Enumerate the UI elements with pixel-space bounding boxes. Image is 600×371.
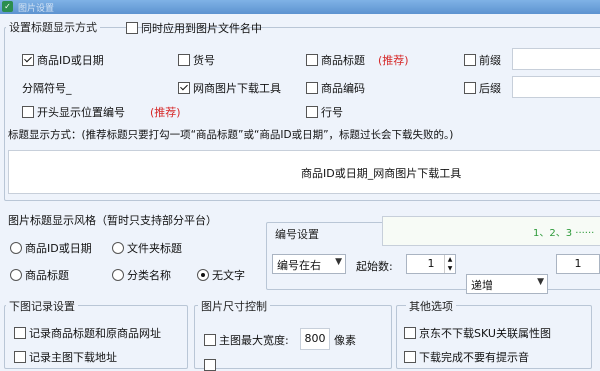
radio-folder-title[interactable]: 文件夹标题 <box>112 240 182 256</box>
checkbox-sku[interactable]: 货号 <box>178 52 215 68</box>
checkbox-label: 货号 <box>193 54 215 67</box>
radio-category-name[interactable]: 分类名称 <box>112 267 171 283</box>
title-preview-text: 商品ID或日期_网商图片下载工具 <box>301 167 462 180</box>
checkbox-box[interactable] <box>404 327 416 339</box>
radio-no-text[interactable]: 无文字 <box>197 267 245 283</box>
checkbox-line-number[interactable]: 行号 <box>306 104 343 120</box>
radio-label: 无文字 <box>212 269 245 282</box>
chevron-down-icon: ▼ <box>537 277 544 287</box>
order-select[interactable]: 递增 ▼ <box>466 274 548 294</box>
checkbox-box[interactable] <box>126 22 138 34</box>
max-width-input[interactable]: 800 <box>300 328 330 350</box>
checkbox-box[interactable] <box>204 334 216 346</box>
checkbox-record-title-url[interactable]: 记录商品标题和原商品网址 <box>14 325 161 341</box>
checkbox-prefix[interactable]: 前缀 <box>464 52 501 68</box>
checkbox-label: 商品标题 <box>321 54 365 67</box>
number-position-select[interactable]: 编号在右 ▼ <box>272 254 346 274</box>
checkbox-label: 商品编码 <box>321 82 365 95</box>
chevron-up-icon[interactable]: ▲ <box>445 255 455 264</box>
radio-label: 文件夹标题 <box>127 242 182 255</box>
checkbox-box[interactable] <box>204 359 216 371</box>
title-settings-legend: 设置标题显示方式 <box>6 19 100 35</box>
checkbox-box[interactable] <box>464 54 476 66</box>
numbering-legend: 编号设置 <box>272 226 322 242</box>
numbering-preview-box: 1、2、3 ······ <box>382 216 600 246</box>
checkbox-tool-name[interactable]: 网商图片下载工具 <box>178 80 281 96</box>
select-value: 递增 <box>471 279 493 292</box>
checkbox-label: 同时应用到图片文件名中 <box>141 22 262 35</box>
checkbox-product-title[interactable]: 商品标题 <box>306 52 365 68</box>
checkbox-label: 记录主图下载地址 <box>29 351 117 364</box>
stepper-buttons[interactable]: ▲ ▼ <box>444 255 455 273</box>
window-title: 图片设置 <box>18 4 55 14</box>
checkbox-max-width[interactable]: 主图最大宽度: <box>204 332 289 348</box>
checkbox-product-code[interactable]: 商品编码 <box>306 80 365 96</box>
radio-circle[interactable] <box>10 242 22 254</box>
select-value: 编号在右 <box>277 259 321 272</box>
checkbox-label: 网商图片下载工具 <box>193 82 281 95</box>
checkbox-label: 后缀 <box>479 82 501 95</box>
checkbox-label: 商品ID或日期 <box>37 54 104 67</box>
stepper-value: 1 <box>574 257 582 270</box>
title-hint: 标题显示方式：(推荐标题只要打勾一项“商品标题”或“商品ID或日期”，标题过长会… <box>8 129 454 141</box>
record-legend: 下图记录设置 <box>6 298 78 314</box>
checkbox-label: 记录商品标题和原商品网址 <box>29 327 161 340</box>
checkbox-product-id[interactable]: 商品ID或日期 <box>22 52 104 68</box>
checkbox-box[interactable] <box>178 54 190 66</box>
checkbox-suffix[interactable]: 后缀 <box>464 80 501 96</box>
checkbox-box[interactable] <box>14 327 26 339</box>
prefix-input[interactable] <box>512 48 600 70</box>
checkbox-box[interactable] <box>306 82 318 94</box>
chevron-down-icon: ▼ <box>335 257 342 267</box>
radio-circle[interactable] <box>112 269 124 281</box>
radio-circle[interactable] <box>10 269 22 281</box>
checkbox-position-number[interactable]: 开头显示位置编号 <box>22 104 125 120</box>
title-bar: ✓ 图片设置 <box>0 0 600 14</box>
checkbox-label: 行号 <box>321 106 343 119</box>
recommend-badge: (推荐) <box>150 106 181 119</box>
unit-label: 像素 <box>334 334 356 347</box>
checkbox-box[interactable] <box>22 54 34 66</box>
radio-circle[interactable] <box>112 242 124 254</box>
radio-product-id[interactable]: 商品ID或日期 <box>10 240 92 256</box>
checkbox-label: 京东不下载SKU关联属性图 <box>419 327 551 340</box>
checkbox-box[interactable] <box>178 82 190 94</box>
apply-to-filename-checkbox[interactable]: 同时应用到图片文件名中 <box>126 20 262 36</box>
checkbox-box[interactable] <box>306 106 318 118</box>
checkbox-label: 主图最大宽度: <box>219 334 289 347</box>
checkbox-no-sound[interactable]: 下载完成不要有提示音 <box>404 349 529 365</box>
checkbox-box[interactable] <box>14 351 26 363</box>
start-number-stepper[interactable]: 1 ▲ ▼ <box>406 254 456 274</box>
start-number-label: 起始数: <box>356 260 393 273</box>
radio-circle[interactable] <box>197 269 209 281</box>
checkbox-label: 前缀 <box>479 54 501 67</box>
checkbox-box[interactable] <box>404 351 416 363</box>
style-legend: 图片标题显示风格（暂时只支持部分平台） <box>8 214 217 227</box>
radio-label: 商品ID或日期 <box>25 242 92 255</box>
checkbox-box[interactable] <box>464 82 476 94</box>
app-icon: ✓ <box>2 1 13 12</box>
size-legend: 图片尺寸控制 <box>198 298 270 314</box>
step-stepper[interactable]: 1 <box>556 254 600 274</box>
checkbox-jd-no-sku-images[interactable]: 京东不下载SKU关联属性图 <box>404 325 551 341</box>
checkbox-label: 下载完成不要有提示音 <box>419 351 529 364</box>
checkbox-box[interactable] <box>22 106 34 118</box>
chevron-down-icon[interactable]: ▼ <box>445 264 455 273</box>
title-preview-box: 商品ID或日期_网商图片下载工具 <box>8 150 600 194</box>
radio-label: 商品标题 <box>25 269 69 282</box>
checkbox-box[interactable] <box>306 54 318 66</box>
radio-label: 分类名称 <box>127 269 171 282</box>
checkbox-record-main-image-url[interactable]: 记录主图下载地址 <box>14 349 117 365</box>
radio-product-title[interactable]: 商品标题 <box>10 267 69 283</box>
separator-label: 分隔符号_ <box>22 82 72 95</box>
checkbox-label: 开头显示位置编号 <box>37 106 125 119</box>
suffix-input[interactable] <box>512 76 600 98</box>
other-legend: 其他选项 <box>406 298 456 314</box>
checkbox-partial-hidden[interactable] <box>204 358 216 371</box>
numbering-preview-text: 1、2、3 ······ <box>533 228 595 239</box>
stepper-value: 1 <box>427 257 435 270</box>
max-width-value: 800 <box>304 332 326 345</box>
recommend-badge: (推荐) <box>378 54 409 67</box>
